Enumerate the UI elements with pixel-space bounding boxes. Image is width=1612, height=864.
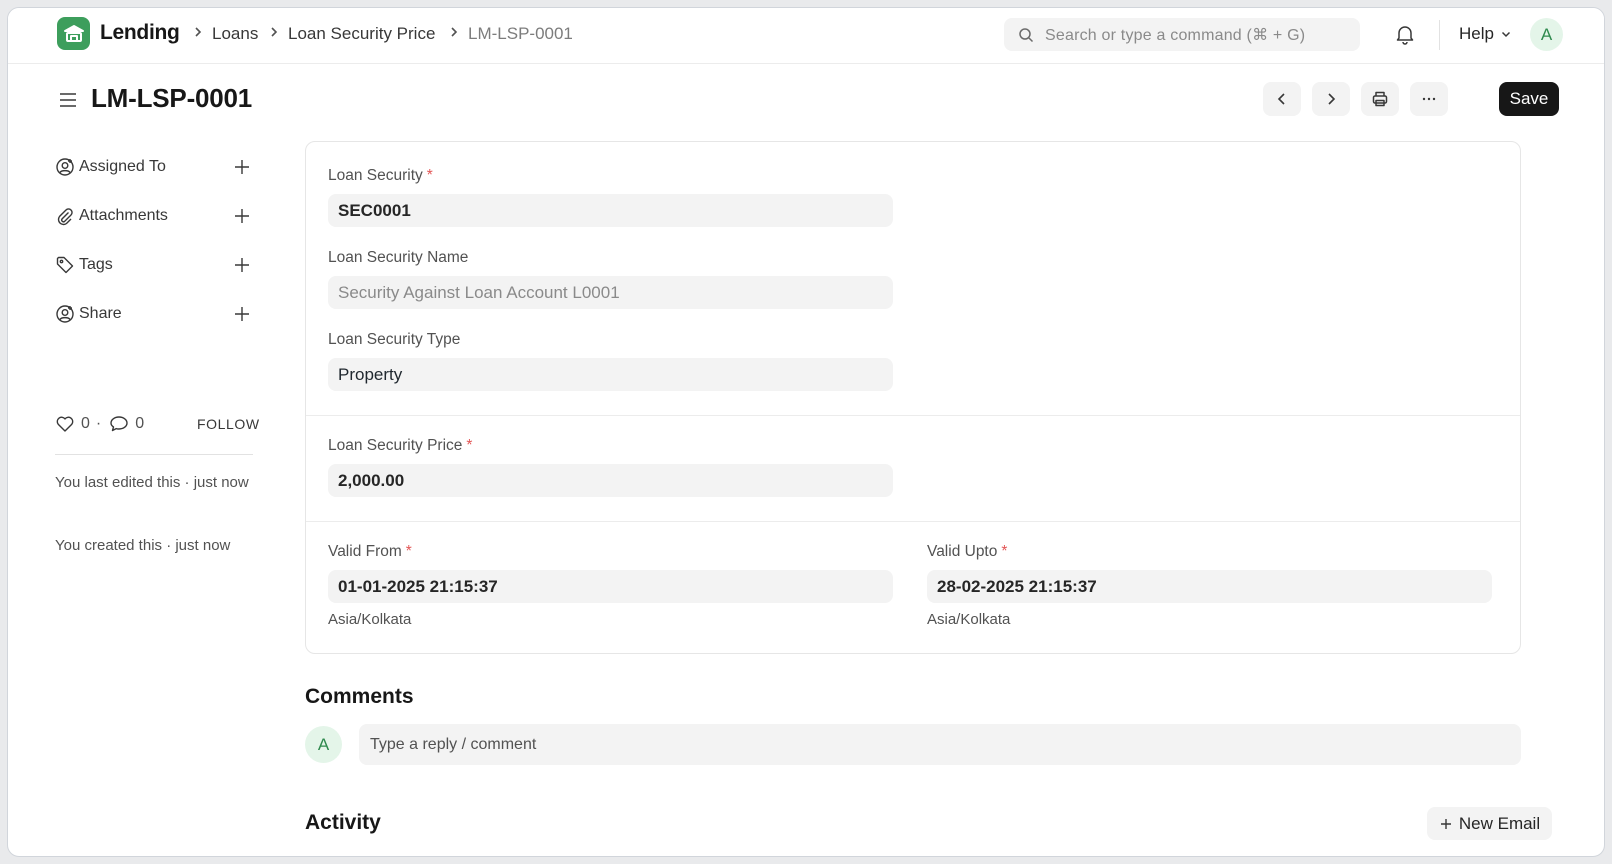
sidebar-item-label: Tags	[79, 256, 113, 273]
bell-icon[interactable]	[1394, 23, 1416, 45]
comment-input[interactable]: Type a reply / comment	[359, 724, 1521, 765]
heart-icon[interactable]	[55, 414, 75, 434]
section-divider	[306, 521, 1520, 522]
loan-security-label: Loan Security *	[328, 167, 433, 185]
valid-upto-label: Valid Upto *	[927, 543, 1007, 561]
next-doc-button[interactable]	[1312, 82, 1350, 116]
loan-security-name-label: Loan Security Name	[328, 249, 469, 266]
navbar-divider	[1439, 20, 1440, 50]
loan-security-name-field: Security Against Loan Account L0001	[328, 276, 893, 309]
valid-from-label: Valid From *	[328, 543, 412, 561]
sidebar-item-share[interactable]: Share	[55, 302, 252, 326]
breadcrumb-loan-security-price[interactable]: Loan Security Price	[288, 24, 435, 44]
follow-button[interactable]: FOLLOW	[197, 416, 260, 432]
loan-security-type-label: Loan Security Type	[328, 331, 461, 348]
plus-icon[interactable]	[232, 255, 252, 275]
required-asterisk: *	[405, 543, 412, 560]
tag-icon	[56, 256, 74, 274]
required-asterisk: *	[1001, 543, 1008, 560]
breadcrumb-loans[interactable]: Loans	[212, 24, 258, 44]
activity-title: Activity	[305, 811, 381, 834]
share-user-icon	[56, 305, 74, 323]
sidebar-toggle-icon[interactable]	[57, 89, 79, 111]
section-divider	[306, 415, 1520, 416]
loan-security-type-field: Property	[328, 358, 893, 391]
app-logo-icon[interactable]	[57, 17, 90, 50]
valid-from-timezone: Asia/Kolkata	[328, 611, 412, 628]
comments-title: Comments	[305, 685, 414, 708]
field-label-text: Valid Upto	[927, 543, 998, 560]
user-avatar[interactable]: A	[1530, 18, 1563, 51]
plus-icon	[1440, 818, 1451, 829]
chevron-right-icon	[451, 27, 458, 37]
user-add-icon	[56, 158, 74, 176]
valid-from-field[interactable]: 01-01-2025 21:15:37	[328, 570, 893, 603]
sidebar-item-label: Assigned To	[79, 158, 166, 175]
created-text: You created this · just now	[55, 537, 231, 554]
plus-icon[interactable]	[232, 157, 252, 177]
sidebar-item-attachments[interactable]: Attachments	[55, 204, 252, 228]
separator-dot: ·	[95, 415, 102, 432]
breadcrumb-current[interactable]: LM-LSP-0001	[468, 24, 573, 44]
sidebar-item-label: Share	[79, 305, 122, 322]
sidebar-item-assigned-to[interactable]: Assigned To	[55, 155, 252, 179]
valid-upto-timezone: Asia/Kolkata	[927, 611, 1011, 628]
comment-icon[interactable]	[109, 414, 129, 434]
sidebar-divider	[55, 454, 253, 455]
paperclip-icon	[57, 208, 73, 226]
loan-security-price-label: Loan Security Price *	[328, 437, 472, 455]
page-title: LM-LSP-0001	[91, 83, 253, 113]
plus-icon[interactable]	[232, 304, 252, 324]
search-input[interactable]: Search or type a command (⌘ + G)	[1004, 18, 1360, 51]
new-email-button[interactable]: New Email	[1427, 807, 1552, 840]
loan-security-field[interactable]: SEC0001	[328, 194, 893, 227]
chevron-right-icon	[1328, 93, 1336, 105]
printer-icon	[1372, 91, 1388, 107]
required-asterisk: *	[426, 167, 433, 184]
field-label-text: Valid From	[328, 543, 402, 560]
field-label-text: Loan Security Price	[328, 437, 463, 454]
ellipsis-icon	[1422, 97, 1436, 101]
previous-doc-button[interactable]	[1263, 82, 1301, 116]
plus-icon[interactable]	[232, 206, 252, 226]
valid-upto-field[interactable]: 28-02-2025 21:15:37	[927, 570, 1492, 603]
help-label: Help	[1459, 24, 1494, 43]
chevron-down-icon	[1501, 31, 1510, 38]
required-asterisk: *	[466, 437, 473, 454]
search-icon	[1019, 27, 1034, 42]
sidebar-item-label: Attachments	[79, 207, 168, 224]
search-placeholder: Search or type a command (⌘ + G)	[1045, 26, 1306, 44]
chevron-right-icon	[195, 27, 202, 37]
chevron-left-icon	[1277, 93, 1285, 105]
more-actions-button[interactable]	[1410, 82, 1448, 116]
engagement-stats: 0 · 0	[55, 414, 144, 434]
sidebar-item-tags[interactable]: Tags	[55, 253, 252, 277]
chevron-right-icon	[271, 27, 278, 37]
new-email-label: New Email	[1458, 813, 1541, 833]
app-title[interactable]: Lending	[100, 21, 180, 45]
app-window: Lending Loans Loan Security Price LM-LSP…	[7, 7, 1605, 857]
field-label-text: Loan Security	[328, 167, 423, 184]
navbar: Lending Loans Loan Security Price LM-LSP…	[8, 8, 1604, 64]
print-button[interactable]	[1361, 82, 1399, 116]
save-button[interactable]: Save	[1499, 82, 1559, 116]
likes-count: 0	[81, 415, 90, 432]
loan-security-price-field[interactable]: 2,000.00	[328, 464, 893, 497]
comment-avatar: A	[305, 726, 342, 763]
help-dropdown[interactable]: Help	[1459, 24, 1512, 44]
last-edited-text: You last edited this · just now	[55, 474, 249, 491]
comments-count: 0	[135, 415, 145, 432]
